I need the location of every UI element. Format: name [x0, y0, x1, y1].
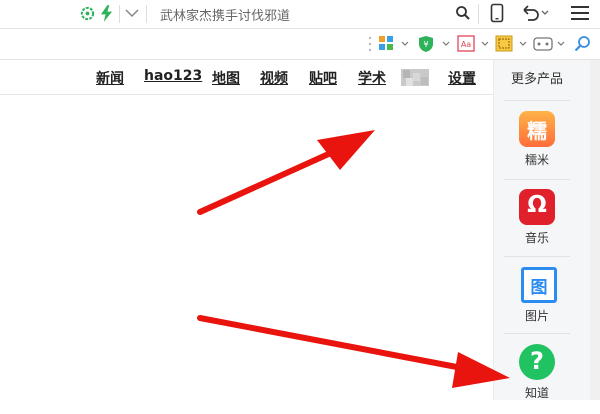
zhidao-icon: ?	[519, 344, 555, 380]
divider	[504, 100, 570, 101]
gamepad-icon[interactable]	[533, 35, 567, 53]
arrow-upper	[197, 130, 375, 215]
sidebar-item-label: 音乐	[524, 231, 549, 245]
sidebar-item-zhidao[interactable]: ? 知道	[494, 344, 580, 414]
sidebar-item-music[interactable]: Ω 音乐	[494, 189, 580, 259]
drag-handle-icon[interactable]	[367, 35, 373, 53]
nav-link-tieba[interactable]: 贴吧	[309, 68, 337, 88]
nuomi-glyph: 糯	[527, 119, 547, 143]
divider	[504, 179, 570, 180]
music-glyph: Ω	[527, 192, 547, 218]
apps-grid-icon[interactable]	[378, 35, 410, 53]
nav-link-hao123[interactable]: hao123	[144, 68, 202, 84]
translate-icon[interactable]: Aa	[457, 35, 491, 53]
arrow-lower	[197, 315, 510, 388]
nav-link-news[interactable]: 新闻	[96, 68, 124, 88]
nav-link-settings[interactable]: 设置	[448, 68, 476, 88]
nuomi-icon: 糯	[519, 111, 555, 147]
address-bar: 武林家杰携手讨伐邪道	[0, 0, 600, 29]
lightning-icon[interactable]	[100, 5, 113, 22]
shield-icon[interactable]: ¥	[418, 35, 452, 53]
scrollbar[interactable]	[590, 60, 600, 400]
image-icon: 图	[521, 267, 557, 303]
mobile-icon[interactable]	[490, 3, 504, 23]
divider	[119, 5, 120, 23]
magnifier-icon[interactable]	[574, 35, 592, 53]
nav-link-map[interactable]: 地图	[212, 68, 240, 88]
address-input[interactable]: 武林家杰携手讨伐邪道	[160, 5, 290, 24]
music-icon: Ω	[519, 189, 555, 225]
search-icon[interactable]	[455, 5, 471, 21]
user-avatar-blurred[interactable]	[401, 69, 429, 86]
more-products-sidebar: 更多产品 糯 糯米 Ω 音乐 图 图片 ? 知道	[493, 60, 600, 400]
menu-icon[interactable]	[570, 4, 590, 22]
image-glyph: 图	[530, 278, 548, 298]
sidebar-item-nuomi[interactable]: 糯 糯米	[494, 111, 580, 181]
undo-icon[interactable]	[520, 3, 550, 23]
sidebar-heading: 更多产品	[510, 72, 563, 87]
screenshot-icon[interactable]	[495, 35, 529, 53]
security-shield-icon[interactable]	[80, 6, 95, 21]
divider	[504, 333, 570, 334]
chevron-down-icon[interactable]	[124, 6, 140, 20]
sidebar-item-label: 图片	[524, 309, 549, 323]
nav-link-xueshu[interactable]: 学术	[358, 68, 386, 88]
divider	[146, 5, 147, 23]
divider	[504, 256, 570, 257]
divider	[478, 4, 479, 24]
zhidao-glyph: ?	[530, 347, 544, 375]
svg-text:Aa: Aa	[461, 40, 471, 49]
svg-text:¥: ¥	[423, 40, 428, 49]
nav-link-video[interactable]: 视频	[260, 68, 288, 88]
top-nav: 新闻 hao123 地图 视频 贴吧 学术 设置	[0, 60, 493, 95]
sidebar-item-label: 糯米	[524, 153, 549, 167]
sidebar-item-images[interactable]: 图 图片	[494, 267, 580, 337]
sidebar-item-label: 知道	[524, 386, 549, 400]
extension-toolbar: ¥ Aa	[0, 29, 600, 60]
